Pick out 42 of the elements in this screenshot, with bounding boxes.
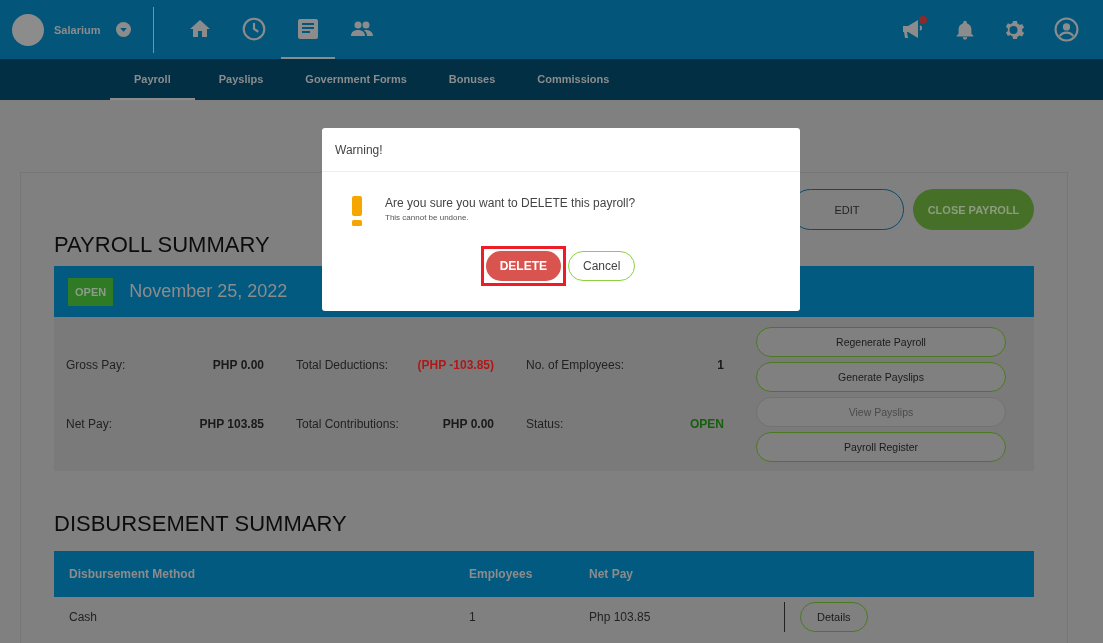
section-title: PAYROLL SUMMARY [54,232,271,258]
document-icon[interactable] [296,16,320,41]
clock-icon[interactable] [241,15,267,42]
sub-navigation-tab[interactable]: Payslips [194,59,282,100]
sub-navigation-tab[interactable]: Commissions [513,59,628,100]
table-cell-text: 1 [468,610,477,624]
summary-action-button[interactable]: Generate Payslips [756,361,1006,392]
field-value: PHP 0.00 [212,357,264,372]
status-badge: OPEN [68,277,114,306]
field-label: Gross Pay: [66,357,126,372]
cancel-button[interactable]: Cancel [568,251,636,281]
field-label: Net Pay: [66,416,113,431]
dialog-title: Warning! [322,128,800,172]
column-header: Employees [468,567,534,581]
dialog-note: This cannot be undone. [385,213,470,222]
user-profile-icon[interactable] [1054,17,1079,42]
field-label: Status: [526,416,564,431]
field-value: (PHP -103.85) [417,357,494,372]
field-value: 1 [717,357,724,372]
sub-navigation-tab[interactable]: Bonuses [424,59,514,100]
summary-action-button[interactable]: Regenerate Payroll [756,326,1006,357]
sub-navigation-tab[interactable]: Government Forms [281,59,425,100]
field-value: OPEN [690,416,724,431]
field-label: Total Deductions: [296,357,389,372]
avatar[interactable] [12,13,44,46]
field-value: PHP 103.85 [199,416,264,431]
delete-button[interactable]: DELETE [485,251,561,281]
field-value: PHP 0.00 [442,416,494,431]
dialog-message: Are you sure you want to DELETE this payroll? [385,196,636,210]
table-cell-text: Php 103.85 [588,610,652,624]
column-header: Disbursement Method [68,567,196,581]
details-button[interactable]: Details [800,602,868,632]
summary-action-button[interactable]: Payroll Register [756,431,1006,462]
company-name[interactable]: Salarium [54,23,101,36]
field-label: Total Contributions: [296,416,399,431]
column-header: Net Pay [588,567,635,581]
field-label: No. of Employees: [526,357,625,372]
table-cell-text: Cash [68,610,98,624]
section-title: DISBURSEMENT SUMMARY [54,511,348,537]
exclamation-icon [352,196,362,226]
dropdown-caret-icon[interactable] [116,22,132,37]
payroll-date: November 25, 2022 [129,281,288,302]
